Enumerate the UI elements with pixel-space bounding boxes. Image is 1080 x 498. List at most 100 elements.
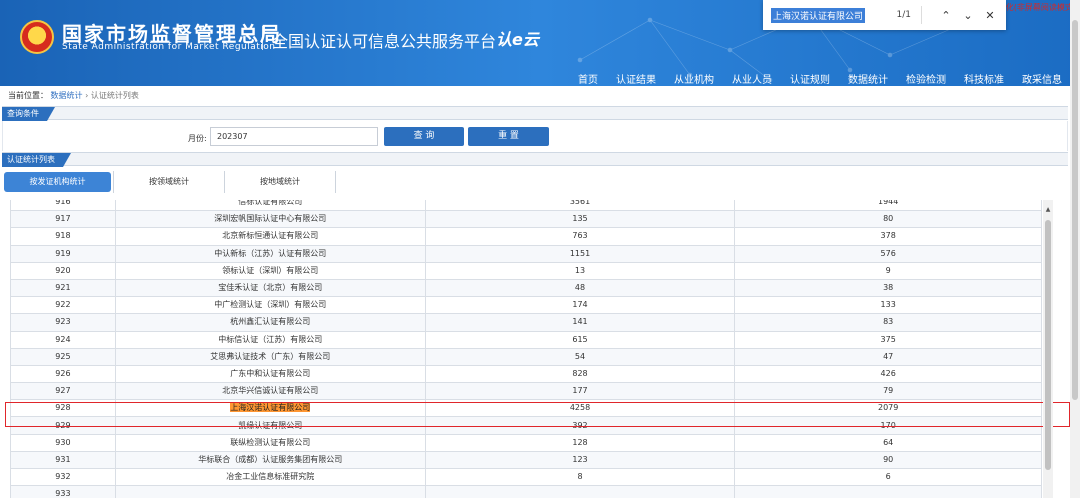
tab-by-region[interactable]: 按地域统计	[225, 172, 335, 192]
cert-count-text: 174	[572, 300, 588, 310]
scroll-up-icon[interactable]: ▲	[1043, 206, 1053, 213]
cell-org-name: 联纵检测认证有限公司	[114, 433, 426, 452]
cert-count-text: 177	[572, 386, 588, 396]
cert-count-text: 828	[572, 368, 588, 378]
cert-count-text: 392	[572, 420, 588, 430]
table-row: 926 广东中和认证有限公司 828 426	[10, 364, 1042, 384]
cell-org-count: 133	[734, 296, 1042, 315]
cell-org-count: 64	[734, 433, 1042, 452]
cell-row-number: 921	[10, 278, 116, 298]
cell-row-number: 917	[10, 210, 116, 229]
chevron-down-icon[interactable]: ⌄	[960, 9, 976, 22]
nav-statistics[interactable]: 数据统计	[848, 71, 888, 86]
row-number-text: 929	[55, 420, 71, 430]
cell-org-name: 上海汉诺认证有限公司	[114, 399, 426, 418]
org-name-text: 华标联合（成都）认证服务集团有限公司	[198, 454, 343, 464]
breadcrumb-link[interactable]: 数据统计	[51, 91, 83, 100]
row-number-text: 923	[55, 317, 71, 327]
table-row: 923 杭州鑫汇认证有限公司 141 83	[10, 313, 1042, 332]
row-number-text: 918	[55, 231, 71, 241]
org-count-text: 80	[883, 214, 894, 224]
org-name-text: 北京华兴信诚认证有限公司	[222, 386, 319, 396]
org-name-text: 深圳宏帆国际认证中心有限公司	[214, 214, 327, 224]
cell-cert-count: 763	[424, 227, 736, 246]
cell-row-number: 923	[10, 313, 116, 332]
cert-count-text: 141	[572, 317, 588, 327]
platform-title: 全国认证认可信息公共服务平台	[272, 32, 497, 51]
stats-table: 916 信标认证有限公司 3561 1944 917 深圳宏帆国际认证中心有限公司 135 8…	[10, 200, 1042, 498]
cell-cert-count: 3561	[424, 200, 736, 212]
brand-subtitle: State Administration for Market Regulati…	[62, 42, 276, 52]
org-name-text: 中认新标（江苏）认证有限公司	[214, 248, 327, 258]
cell-org-name: 北京华兴信诚认证有限公司	[114, 382, 426, 401]
row-number-text: 920	[55, 265, 71, 275]
cell-cert-count: 8	[424, 467, 736, 487]
table-row: 930 联纵检测认证有限公司 128 64	[10, 433, 1042, 452]
row-number-text: 917	[55, 214, 71, 224]
nav-cert-rules[interactable]: 认证规则	[790, 71, 830, 86]
list-panel-header: 认证统计列表	[2, 152, 1068, 166]
cell-org-count: 38	[734, 278, 1042, 298]
table-row: 922 中广检测认证（深圳）有限公司 174 133	[10, 296, 1042, 315]
reset-button[interactable]: 重 置	[468, 127, 549, 146]
nav-standards[interactable]: 科技标准	[964, 71, 1004, 86]
cell-org-name: 中认新标（江苏）认证有限公司	[114, 244, 426, 263]
query-panel-header: 查询条件	[2, 106, 1068, 120]
cell-row-number: 925	[10, 347, 116, 366]
org-name-text: 领标认证（深圳）有限公司	[222, 265, 319, 275]
tab-by-field[interactable]: 按领域统计	[114, 172, 224, 192]
cell-row-number: 927	[10, 382, 116, 401]
nav-procurement[interactable]: 政采信息	[1022, 71, 1062, 86]
table-scrollbar[interactable]: ▲	[1043, 200, 1053, 498]
cell-org-count: 47	[734, 347, 1042, 366]
month-input[interactable]: 202307	[210, 127, 378, 146]
cell-cert-count: 4258	[424, 399, 736, 418]
cell-org-count: 375	[734, 330, 1042, 349]
national-emblem-icon	[20, 20, 54, 54]
row-number-text: 931	[55, 454, 71, 464]
cell-cert-count: 123	[424, 450, 736, 470]
org-count-text: 133	[880, 300, 896, 310]
cell-org-name: 北京新标恒通认证有限公司	[114, 227, 426, 246]
nav-personnel[interactable]: 从业人员	[732, 71, 772, 86]
cell-cert-count: 141	[424, 313, 736, 332]
nav-institutions[interactable]: 从业机构	[674, 71, 714, 86]
chevron-up-icon[interactable]: ⌃	[938, 9, 954, 22]
cell-org-count: 170	[734, 416, 1042, 435]
row-number-text: 921	[55, 283, 71, 293]
cell-cert-count: 128	[424, 433, 736, 452]
cell-cert-count: 392	[424, 416, 736, 435]
table-row: 925 艾思弗认证技术（广东）有限公司 54 47	[10, 347, 1042, 366]
close-icon[interactable]: ✕	[982, 9, 998, 22]
cell-row-number: 933	[10, 485, 116, 498]
nav-home[interactable]: 首页	[578, 71, 598, 86]
cell-cert-count: 174	[424, 296, 736, 315]
row-number-text: 925	[55, 351, 71, 361]
page-scroll-thumb[interactable]	[1072, 20, 1078, 400]
nav-inspection[interactable]: 检验检测	[906, 71, 946, 86]
table-row: 933	[10, 485, 1042, 498]
org-name-text: 上海汉诺认证有限公司	[230, 403, 311, 413]
scroll-thumb[interactable]	[1045, 220, 1051, 470]
search-button[interactable]: 查 询	[384, 127, 464, 146]
cell-row-number: 916	[10, 200, 116, 212]
org-name-text: 信标认证有限公司	[238, 200, 303, 207]
cell-row-number: 932	[10, 467, 116, 487]
tab-by-issuer[interactable]: 按发证机构统计	[4, 172, 111, 192]
cell-cert-count	[424, 485, 736, 498]
cert-count-text: 1151	[569, 248, 591, 258]
page-scrollbar[interactable]	[1070, 0, 1080, 498]
org-count-text: 6	[885, 472, 891, 482]
find-input[interactable]: 上海汉诺认证有限公司	[771, 7, 866, 23]
breadcrumb-prefix: 当前位置：	[8, 91, 48, 100]
tab-divider	[335, 171, 336, 193]
table-body: 916 信标认证有限公司 3561 1944 917 深圳宏帆国际认证中心有限公司 135 8…	[10, 200, 1042, 498]
org-name-text: 中标信认证（江苏）有限公司	[218, 334, 323, 344]
row-number-text: 932	[55, 472, 71, 482]
nav-cert-results[interactable]: 认证结果	[616, 71, 656, 86]
cell-org-name: 冶金工业信息标准研究院	[114, 467, 426, 487]
table-row: 927 北京华兴信诚认证有限公司 177 79	[10, 382, 1042, 401]
cell-row-number: 920	[10, 261, 116, 280]
org-count-text: 378	[880, 231, 896, 241]
cert-count-text: 8	[577, 472, 583, 482]
